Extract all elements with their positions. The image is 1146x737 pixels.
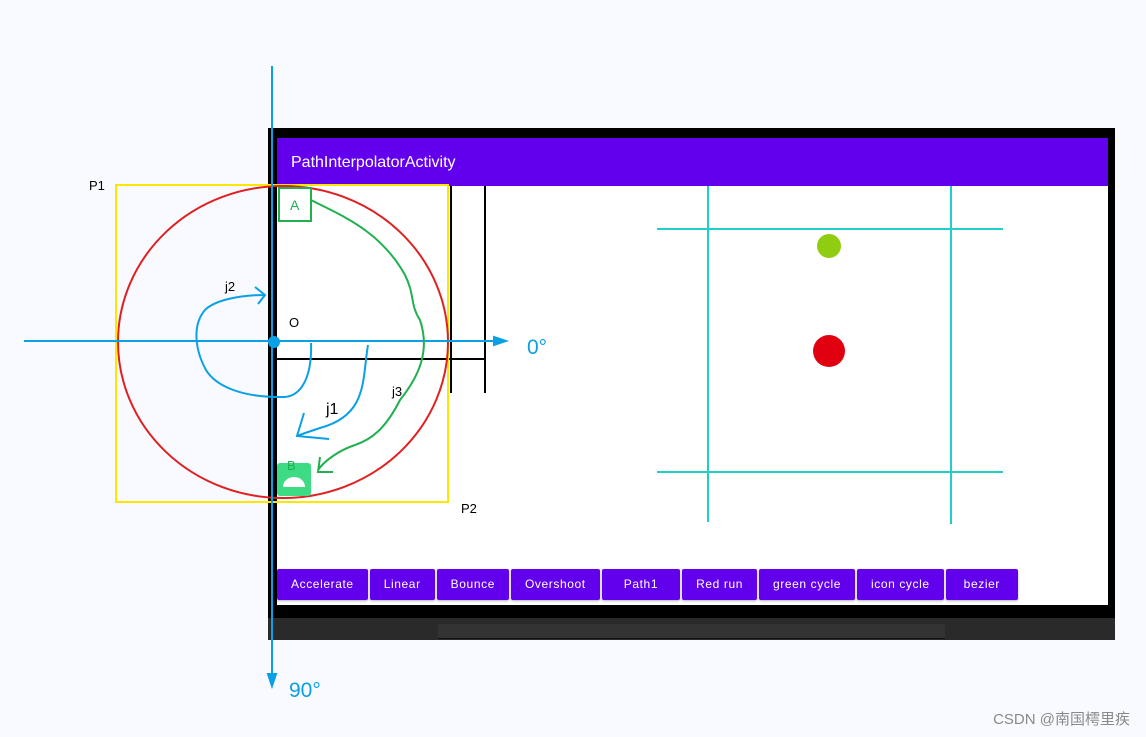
label-p2: P2 <box>461 501 477 516</box>
label-b: B <box>287 458 296 473</box>
origin-point <box>268 336 280 348</box>
j3-path <box>310 199 425 473</box>
label-j2: j2 <box>225 279 236 294</box>
x-axis-arrow <box>493 335 510 347</box>
label-j3: j3 <box>392 384 403 399</box>
label-j1: j1 <box>326 401 339 418</box>
red-ball <box>813 335 845 367</box>
label-origin: O <box>289 315 300 330</box>
label-90-degrees: 90° <box>289 679 321 702</box>
label-p1: P1 <box>89 178 105 193</box>
watermark: CSDN @南国樗里疾 <box>993 711 1130 728</box>
label-0-degrees: 0° <box>527 336 548 359</box>
green-ball <box>817 234 841 258</box>
y-axis-arrow <box>266 673 278 690</box>
label-a: A <box>290 197 300 213</box>
j2-path <box>195 286 313 399</box>
annotation-overlay <box>24 66 1003 690</box>
